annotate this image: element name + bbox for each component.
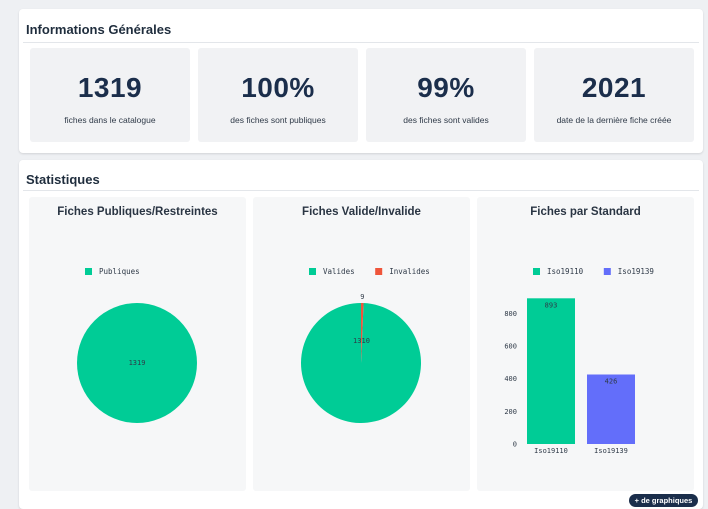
legend-swatch: [375, 268, 383, 275]
legend-label: Publiques: [99, 267, 140, 276]
pie-value-label: 1319: [129, 359, 146, 367]
y-tick-label: 800: [504, 310, 517, 318]
y-tick-label: 600: [504, 343, 517, 351]
kpi-value: 99%: [417, 72, 475, 103]
pie-chart-valid: Valides Invalides13109: [301, 267, 430, 423]
kpi-label: fiches dans le catalogue: [64, 115, 156, 125]
y-tick-label: 400: [504, 375, 517, 383]
chart-card-standard: Fiches par Standard Iso19110 Iso19139 0 200…: [477, 197, 694, 491]
statistics-panel: Statistiques Fiches Publiques/Restreinte…: [19, 160, 703, 509]
pie-value-label: 9: [360, 293, 364, 301]
kpi-value: 1319: [77, 72, 143, 103]
y-tick-label: 200: [504, 408, 517, 416]
chart-card-public: Fiches Publiques/Restreintes Publiques 13…: [29, 197, 246, 491]
kpi-value: 2021: [581, 72, 647, 103]
kpi-label: date de la dernière fiche créée: [556, 115, 672, 125]
kpi-value: 100%: [241, 72, 315, 103]
y-tick-label: 0: [513, 441, 517, 449]
bar: [527, 298, 575, 444]
legend-label: Invalides: [389, 267, 430, 276]
general-info-title: Informations Générales: [26, 22, 172, 37]
bar-value-label: 893: [545, 301, 558, 309]
legend-label: Iso19110: [547, 267, 584, 276]
statistics-title: Statistiques: [26, 172, 100, 187]
kpi-card-catalogue: 1319 fiches dans le catalogue: [30, 48, 190, 142]
legend-label: Valides: [323, 267, 355, 276]
kpi-card-public: 100% des fiches sont publiques: [198, 48, 358, 142]
legend-swatch: [85, 268, 92, 275]
kpi-label: des fiches sont valides: [403, 115, 489, 125]
bar-value-label: 426: [605, 377, 618, 385]
kpi-label: des fiches sont publiques: [230, 115, 326, 125]
kpi-card-last-date: 2021 date de la dernière fiche créée: [534, 48, 694, 142]
legend-label: Iso19139: [618, 267, 654, 276]
kpi-card-valid: 99% des fiches sont valides: [366, 48, 526, 142]
more-charts-button[interactable]: + de graphiques: [629, 494, 698, 507]
general-info-panel: Informations Générales 1319 fiches dans …: [19, 9, 703, 153]
chart-card-valid: Fiches Valide/Invalide Valides Invalides 1…: [253, 197, 470, 491]
x-tick-label: Iso19110: [534, 447, 568, 455]
legend-swatch: [533, 268, 540, 275]
legend-swatch: [603, 268, 611, 275]
x-tick-label: Iso19139: [594, 447, 628, 455]
divider: [23, 190, 699, 191]
pie-chart-public: Publiques 1319: [77, 267, 197, 423]
bar-chart-standard: Iso19110 Iso19139 0 200 400 600 800 893 Iso19110…: [504, 267, 654, 455]
legend-swatch: [309, 268, 316, 275]
divider: [23, 42, 699, 43]
